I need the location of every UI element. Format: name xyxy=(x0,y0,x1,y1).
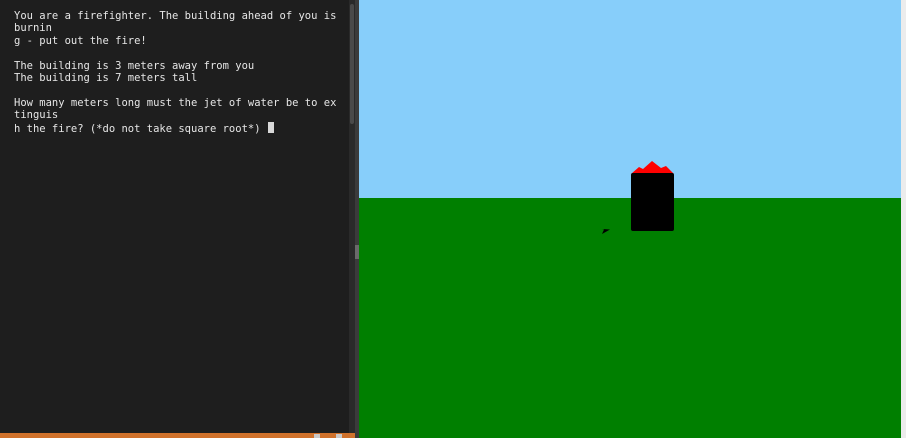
text-cursor[interactable] xyxy=(267,121,274,133)
turtle-canvas[interactable] xyxy=(359,0,901,438)
console-line: How many meters long must the jet of wat… xyxy=(14,96,337,122)
console-output[interactable]: You are a firefighter. The building ahea… xyxy=(0,0,350,433)
console-line: The building is 3 meters away from you xyxy=(14,59,255,72)
scene-drawing xyxy=(602,161,674,234)
fire-flames xyxy=(631,161,674,174)
console-line: You are a firefighter. The building ahea… xyxy=(14,10,343,35)
burning-building xyxy=(631,173,674,231)
status-strip xyxy=(0,433,355,438)
window-edge xyxy=(901,0,906,438)
console-prompt-text: h the fire? (*do not take square root*) xyxy=(14,122,267,135)
turtle-arrow-cursor-icon xyxy=(602,229,610,234)
console-line: g - put out the fire! xyxy=(14,34,147,47)
console-scrollbar-thumb[interactable] xyxy=(350,4,354,124)
console-prompt-line[interactable]: h the fire? (*do not take square root*) xyxy=(14,121,342,135)
status-icons xyxy=(310,433,350,438)
status-icon xyxy=(314,434,320,438)
console-line: The building is 7 meters tall xyxy=(14,72,198,85)
status-icon xyxy=(336,434,342,438)
